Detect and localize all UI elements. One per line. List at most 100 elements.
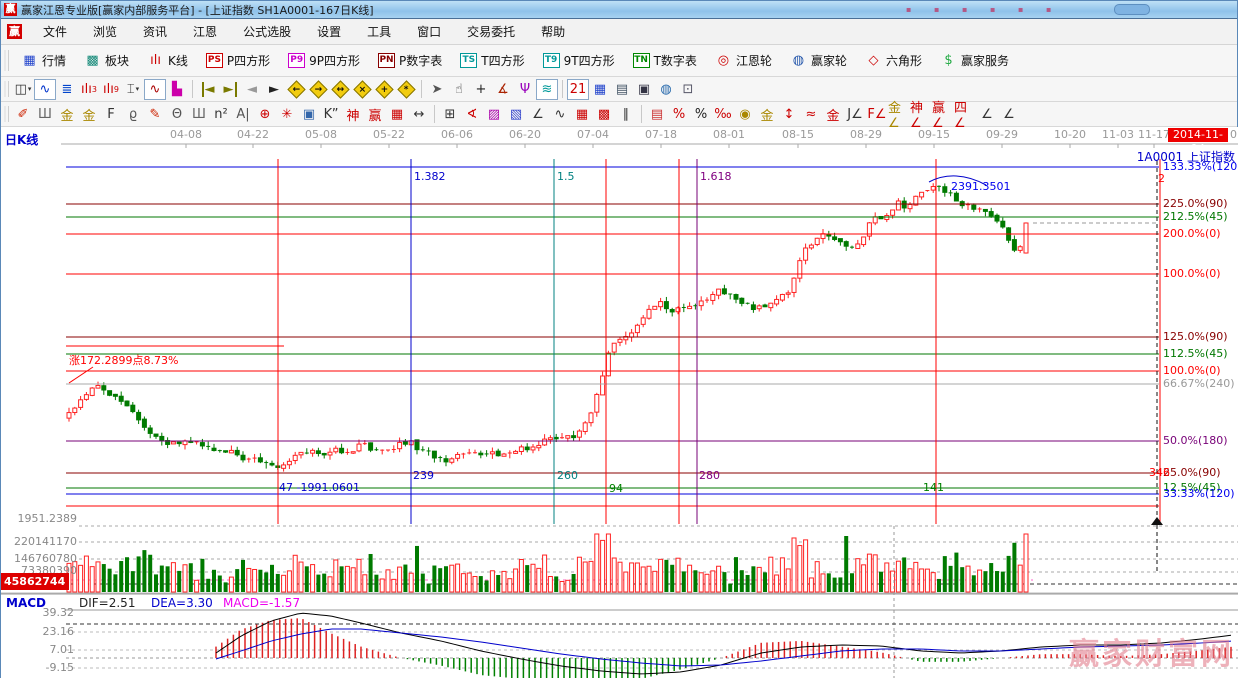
gold-line-button[interactable]: 金 bbox=[756, 104, 778, 125]
wave-button[interactable]: ∿ bbox=[549, 104, 571, 125]
menu-item-4[interactable]: 江恩 bbox=[180, 19, 230, 44]
menu-item-8[interactable]: 窗口 bbox=[404, 19, 454, 44]
parallel-button[interactable]: ∥ bbox=[615, 104, 637, 125]
web-data-button[interactable]: ◍ bbox=[655, 79, 677, 100]
percent2-button[interactable]: % bbox=[690, 104, 712, 125]
winner-service-button[interactable]: $赢家服务 bbox=[931, 49, 1018, 72]
pointer-button[interactable]: ➤ bbox=[426, 79, 448, 100]
prev-button[interactable]: ◄ bbox=[241, 79, 263, 100]
sectors-button[interactable]: ▩板块 bbox=[75, 49, 138, 72]
text-label-button[interactable]: A| bbox=[232, 104, 254, 125]
zigzag-blue-button[interactable]: ∿ bbox=[34, 79, 56, 100]
quotes-button[interactable]: ▦行情 bbox=[12, 49, 75, 72]
menu-item-6[interactable]: 设置 bbox=[304, 19, 354, 44]
permille-button[interactable]: ‰ bbox=[712, 104, 734, 125]
red-grid-button[interactable]: ▦ bbox=[571, 104, 593, 125]
p-square-button[interactable]: PSP四方形 bbox=[197, 49, 279, 72]
updown-button[interactable]: ↕ bbox=[778, 104, 800, 125]
angle2-button[interactable]: ∠ bbox=[998, 104, 1020, 125]
time-lines-button[interactable]: Ш bbox=[34, 104, 56, 125]
fan-box-button[interactable]: ▨ bbox=[483, 104, 505, 125]
time-cycle-button[interactable]: Θ bbox=[166, 104, 188, 125]
winner-wheel-button[interactable]: ◍赢家轮 bbox=[781, 49, 856, 72]
angle1-button[interactable]: ∠ bbox=[976, 104, 998, 125]
gann-wheel-button[interactable]: ◎江恩轮 bbox=[706, 49, 781, 72]
diamond-plus-button[interactable]: + bbox=[373, 79, 395, 100]
color-histogram-button[interactable]: ▙ bbox=[166, 79, 188, 100]
magic-angle-button[interactable]: 神∠ bbox=[910, 104, 932, 125]
menu-item-7[interactable]: 工具 bbox=[354, 19, 404, 44]
gold-vlines-button[interactable]: 金 bbox=[78, 104, 100, 125]
hand-button[interactable]: ☝ bbox=[448, 79, 470, 100]
f-angle-button[interactable]: F∠ bbox=[866, 104, 888, 125]
star-tool-button[interactable]: ✳ bbox=[276, 104, 298, 125]
t-square-button[interactable]: TST四方形 bbox=[451, 49, 533, 72]
lines2-button[interactable]: Ш bbox=[188, 104, 210, 125]
spiral-button[interactable]: ϱ bbox=[122, 104, 144, 125]
diamond-star-button[interactable]: * bbox=[395, 79, 417, 100]
square-of-nine-button[interactable]: n² bbox=[210, 104, 232, 125]
diamond-left-button[interactable]: ← bbox=[285, 79, 307, 100]
period-label[interactable]: 日K线 bbox=[5, 131, 38, 148]
trend-angle-button[interactable]: ∠ bbox=[527, 104, 549, 125]
first-page-button[interactable]: ◄ bbox=[197, 79, 219, 100]
menu-item-2[interactable]: 浏览 bbox=[80, 19, 130, 44]
menu-item-9[interactable]: 交易委托 bbox=[454, 19, 528, 44]
toolbar-grip[interactable] bbox=[4, 106, 9, 123]
gann-fan-button[interactable]: ∢ bbox=[461, 104, 483, 125]
box-star-button[interactable]: ▣ bbox=[298, 104, 320, 125]
gold-red-button[interactable]: 金 bbox=[822, 104, 844, 125]
menu-item-1[interactable]: 文件 bbox=[30, 19, 80, 44]
red-pen-button[interactable]: ✐ bbox=[12, 104, 34, 125]
grid123-button[interactable]: ▦ bbox=[386, 104, 408, 125]
angle-measure-button[interactable]: ∡ bbox=[492, 79, 514, 100]
h-measure-button[interactable]: ↔ bbox=[408, 104, 430, 125]
menu-item-10[interactable]: 帮助 bbox=[528, 19, 578, 44]
diamond-right-button[interactable]: → bbox=[307, 79, 329, 100]
j-angle-button[interactable]: J∠ bbox=[844, 104, 866, 125]
period-combo-button[interactable]: ◫▾ bbox=[12, 79, 34, 100]
t-table-button[interactable]: TNT数字表 bbox=[624, 49, 706, 72]
zigzag-red-button[interactable]: ∿ bbox=[144, 79, 166, 100]
gann-circle-button[interactable]: ⊕ bbox=[254, 104, 276, 125]
four-angle-button[interactable]: 四∠ bbox=[954, 104, 976, 125]
chart-canvas[interactable]: 日K线 1A0001 上证指数 04-0804-2205-0805-2206-0… bbox=[1, 127, 1238, 678]
9t-square-button[interactable]: T99T四方形 bbox=[534, 49, 624, 72]
percent-line-button[interactable]: % bbox=[668, 104, 690, 125]
rect-tool-button[interactable]: ⊞ bbox=[439, 104, 461, 125]
diamond-hrange-button[interactable]: ↔ bbox=[329, 79, 351, 100]
bars9-button[interactable]: ılı9 bbox=[100, 79, 122, 100]
purple-tool-button[interactable]: Ψ bbox=[514, 79, 536, 100]
gold-hlines-button[interactable]: 金 bbox=[56, 104, 78, 125]
win-angle-button[interactable]: 赢∠ bbox=[932, 104, 954, 125]
toolbar-grip[interactable] bbox=[4, 50, 9, 72]
brain-button[interactable]: ≋ bbox=[536, 79, 558, 100]
menu-item-3[interactable]: 资讯 bbox=[130, 19, 180, 44]
last-page-button[interactable]: ► bbox=[219, 79, 241, 100]
calculator-button[interactable]: ▦ bbox=[589, 79, 611, 100]
gold-circle-button[interactable]: ◉ bbox=[734, 104, 756, 125]
kline-mark-button[interactable]: K” bbox=[320, 104, 342, 125]
toolbar-grip[interactable] bbox=[4, 81, 9, 98]
candle-combo-button[interactable]: ⌶▾ bbox=[122, 79, 144, 100]
bars3-button[interactable]: ılı3 bbox=[78, 79, 100, 100]
magic-number-button[interactable]: 神 bbox=[342, 104, 364, 125]
win-tool-button[interactable]: 赢 bbox=[364, 104, 386, 125]
notes-button[interactable]: ▤ bbox=[611, 79, 633, 100]
save-button[interactable]: ▣ bbox=[633, 79, 655, 100]
diamond-x-button[interactable]: × bbox=[351, 79, 373, 100]
gold-angle-button[interactable]: 金∠ bbox=[888, 104, 910, 125]
p-table-button[interactable]: PNP数字表 bbox=[369, 49, 451, 72]
red-grid2-button[interactable]: ▩ bbox=[593, 104, 615, 125]
next-button[interactable]: ► bbox=[263, 79, 285, 100]
client-button[interactable]: ⊡ bbox=[677, 79, 699, 100]
red-wave-button[interactable]: ≈ bbox=[800, 104, 822, 125]
kline-button[interactable]: ılıK线 bbox=[138, 49, 197, 72]
hexagon-button[interactable]: ◇六角形 bbox=[856, 49, 931, 72]
table-tool-button[interactable]: ▤ bbox=[646, 104, 668, 125]
fib-lines-button[interactable]: F bbox=[100, 104, 122, 125]
calendar-button[interactable]: 21 bbox=[567, 79, 589, 100]
crosshair-button[interactable]: + bbox=[470, 79, 492, 100]
9p-square-button[interactable]: P99P四方形 bbox=[279, 49, 369, 72]
pen-ruler-button[interactable]: ✎ bbox=[144, 104, 166, 125]
